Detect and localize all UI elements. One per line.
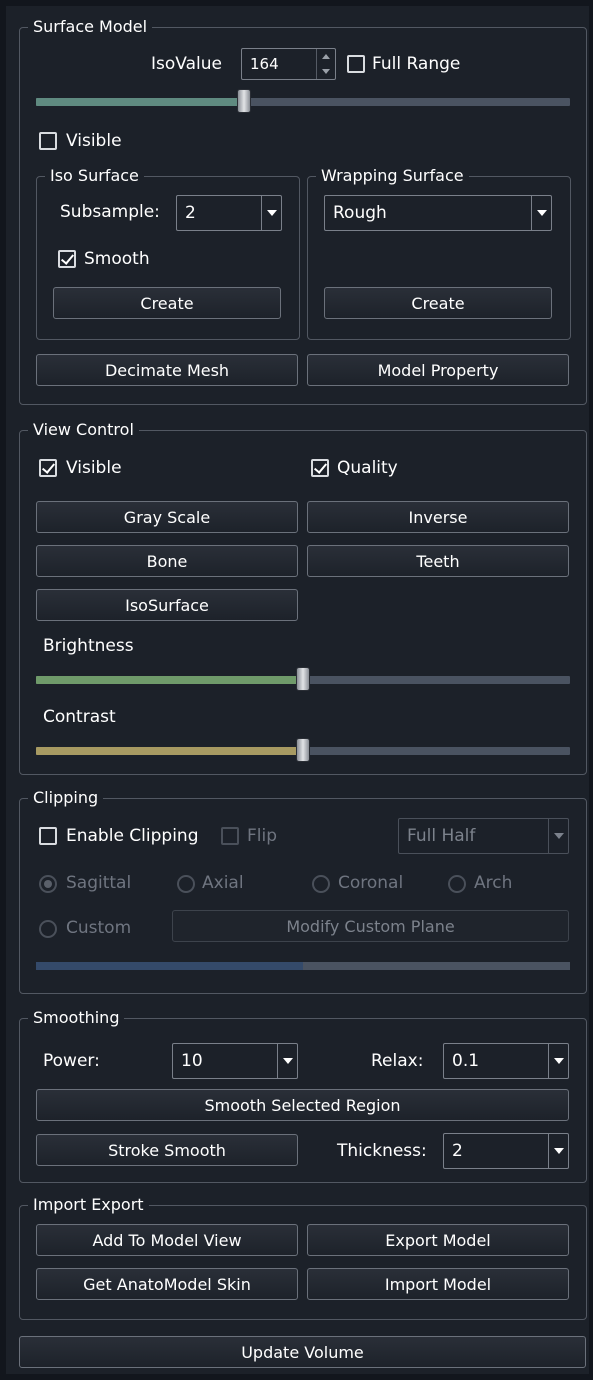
add-to-model-view-button[interactable]: Add To Model View <box>36 1224 298 1256</box>
inverse-button[interactable]: Inverse <box>307 501 569 533</box>
clip-mode-dropdown[interactable]: Full Half <box>398 818 569 854</box>
clipping-group: Clipping Enable Clipping Flip Full Half … <box>19 787 587 994</box>
isovalue-slider[interactable] <box>36 89 570 113</box>
import-export-title: Import Export <box>28 1194 149 1216</box>
coronal-label[interactable]: Coronal <box>338 872 403 894</box>
power-label: Power: <box>43 1051 100 1071</box>
view-visible-label[interactable]: Visible <box>66 457 122 479</box>
smooth-selected-region-button[interactable]: Smooth Selected Region <box>36 1089 569 1121</box>
clip-plane-slider[interactable] <box>36 962 570 970</box>
smooth-label[interactable]: Smooth <box>84 248 150 270</box>
enable-clipping-checkbox[interactable] <box>39 827 57 845</box>
wrapping-surface-group: Wrapping Surface Rough Create <box>307 165 571 340</box>
import-export-group: Import Export Add To Model View Export M… <box>19 1194 587 1320</box>
sagittal-label[interactable]: Sagittal <box>66 872 131 894</box>
contrast-label: Contrast <box>43 707 116 727</box>
chevron-down-icon[interactable] <box>548 1044 568 1078</box>
view-control-group: View Control Visible Quality Gray Scale … <box>19 419 587 775</box>
clip-plane-fill <box>36 962 303 970</box>
surface-visible-checkbox[interactable] <box>39 132 57 150</box>
axial-label[interactable]: Axial <box>202 872 244 894</box>
wrapping-surface-title: Wrapping Surface <box>316 165 469 187</box>
wrap-create-button[interactable]: Create <box>324 287 552 319</box>
axial-radio[interactable] <box>177 875 195 893</box>
clip-mode-value: Full Half <box>407 826 476 846</box>
subsample-label: Subsample: <box>60 202 160 222</box>
stroke-smooth-button[interactable]: Stroke Smooth <box>36 1134 298 1166</box>
contrast-slider-handle[interactable] <box>296 738 310 762</box>
smooth-checkbox[interactable] <box>58 250 76 268</box>
modify-custom-plane-button[interactable]: Modify Custom Plane <box>172 910 569 942</box>
custom-label[interactable]: Custom <box>66 917 131 939</box>
sagittal-radio[interactable] <box>39 875 57 893</box>
chevron-down-icon[interactable] <box>277 1044 297 1078</box>
quality-label[interactable]: Quality <box>337 457 398 479</box>
quality-checkbox[interactable] <box>311 459 329 477</box>
surface-model-group: Surface Model IsoValue 164 Full Range Vi… <box>19 16 587 405</box>
chevron-down-icon[interactable] <box>261 196 281 230</box>
iso-create-button[interactable]: Create <box>53 287 281 319</box>
subsample-dropdown[interactable]: 2 <box>176 195 282 231</box>
teeth-button[interactable]: Teeth <box>307 545 569 577</box>
thickness-value: 2 <box>452 1141 463 1161</box>
brightness-slider-fill <box>36 676 303 684</box>
contrast-slider[interactable] <box>36 738 570 762</box>
flip-label[interactable]: Flip <box>247 825 277 847</box>
thickness-dropdown[interactable]: 2 <box>443 1133 569 1169</box>
import-model-button[interactable]: Import Model <box>307 1268 569 1300</box>
chevron-down-icon[interactable] <box>548 819 568 853</box>
bone-button[interactable]: Bone <box>36 545 298 577</box>
power-value: 10 <box>181 1051 203 1071</box>
power-dropdown[interactable]: 10 <box>172 1043 298 1079</box>
brightness-slider-handle[interactable] <box>296 667 310 691</box>
iso-surface-group: Iso Surface Subsample: 2 Smooth Create <box>36 165 300 340</box>
spin-up-button[interactable] <box>317 49 335 64</box>
view-visible-checkbox[interactable] <box>39 459 57 477</box>
decimate-mesh-button[interactable]: Decimate Mesh <box>36 354 298 386</box>
get-anatomodel-skin-button[interactable]: Get AnatoModel Skin <box>36 1268 298 1300</box>
isosurface-button[interactable]: IsoSurface <box>36 589 298 621</box>
arch-radio[interactable] <box>448 875 466 893</box>
isovalue-spinbox[interactable]: 164 <box>241 48 336 80</box>
surface-model-title: Surface Model <box>28 16 153 38</box>
arrow-up-icon <box>322 54 330 59</box>
relax-dropdown[interactable]: 0.1 <box>443 1043 569 1079</box>
coronal-radio[interactable] <box>312 875 330 893</box>
clip-plane-track <box>303 962 570 970</box>
flip-checkbox[interactable] <box>221 827 239 845</box>
iso-surface-title: Iso Surface <box>45 165 144 187</box>
thickness-label: Thickness: <box>337 1141 427 1161</box>
isovalue-value: 164 <box>250 55 279 73</box>
wrapping-mode-dropdown[interactable]: Rough <box>324 195 552 231</box>
chevron-down-icon[interactable] <box>548 1134 568 1168</box>
surface-visible-label[interactable]: Visible <box>66 130 122 152</box>
relax-label: Relax: <box>371 1051 424 1071</box>
clipping-title: Clipping <box>28 787 104 809</box>
contrast-slider-fill <box>36 747 303 755</box>
isovalue-slider-handle[interactable] <box>237 89 252 113</box>
full-range-label[interactable]: Full Range <box>372 53 460 75</box>
brightness-slider[interactable] <box>36 667 570 691</box>
brightness-label: Brightness <box>43 636 134 656</box>
model-property-button[interactable]: Model Property <box>307 354 569 386</box>
spin-down-button[interactable] <box>317 64 335 79</box>
wrapping-mode-value: Rough <box>333 203 387 223</box>
relax-value: 0.1 <box>452 1051 480 1071</box>
smoothing-title: Smoothing <box>28 1007 125 1029</box>
gray-scale-button[interactable]: Gray Scale <box>36 501 298 533</box>
view-control-title: View Control <box>28 419 139 441</box>
subsample-value: 2 <box>185 203 196 223</box>
arrow-down-icon <box>322 69 330 74</box>
chevron-down-icon[interactable] <box>531 196 551 230</box>
control-panel: Surface Model IsoValue 164 Full Range Vi… <box>6 6 589 1374</box>
enable-clipping-label[interactable]: Enable Clipping <box>66 825 199 847</box>
full-range-checkbox[interactable] <box>347 55 365 73</box>
update-volume-button[interactable]: Update Volume <box>19 1336 586 1368</box>
isovalue-label: IsoValue <box>151 54 222 74</box>
export-model-button[interactable]: Export Model <box>307 1224 569 1256</box>
smoothing-group: Smoothing Power: 10 Relax: 0.1 Smooth Se… <box>19 1007 587 1183</box>
arch-label[interactable]: Arch <box>474 872 512 894</box>
isovalue-slider-fill <box>36 98 245 106</box>
custom-radio[interactable] <box>39 920 57 938</box>
